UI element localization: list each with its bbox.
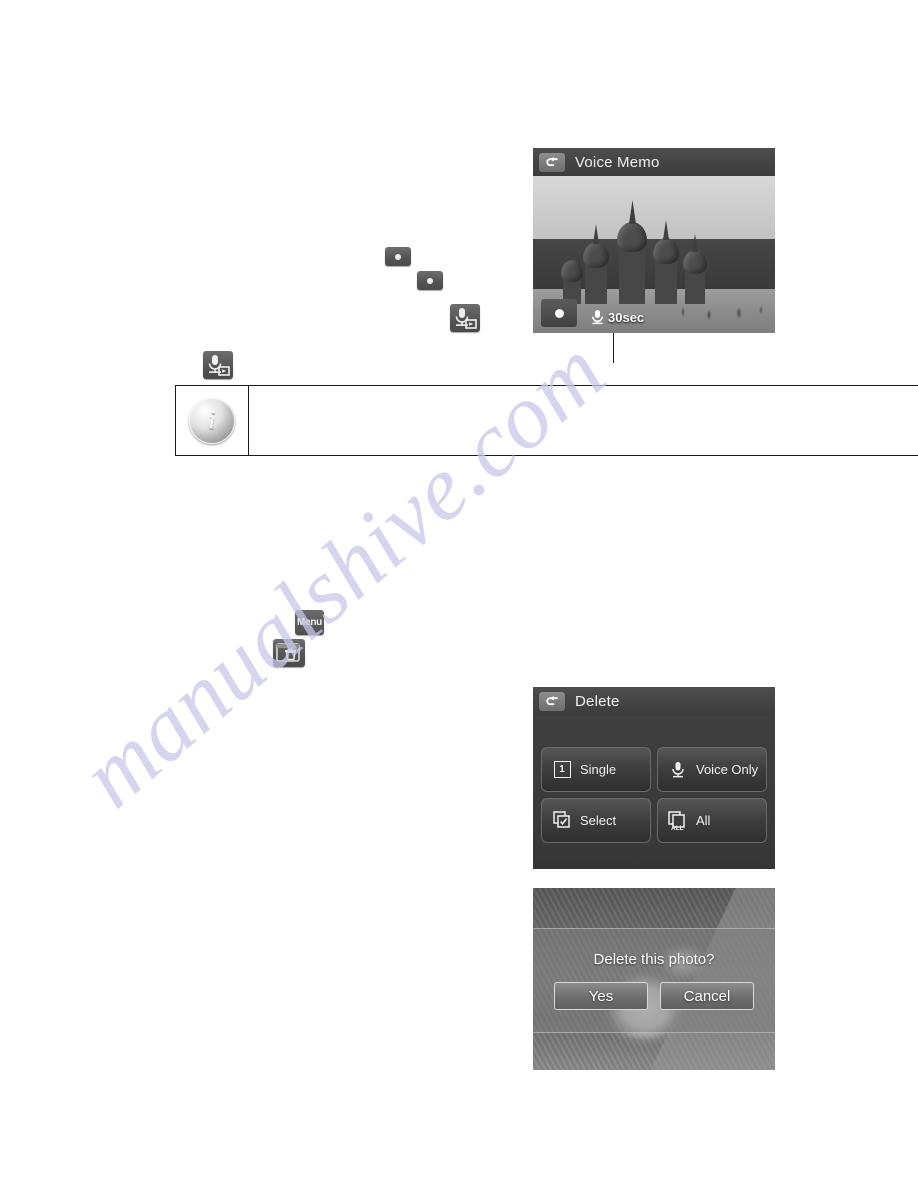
record-dot bbox=[427, 277, 433, 284]
cathedral-dome bbox=[561, 260, 583, 282]
delete-option-all-label: All bbox=[696, 813, 711, 828]
delete-option-select-label: Select bbox=[580, 813, 617, 828]
delete-option-all[interactable]: ALL All bbox=[657, 798, 767, 843]
confirm-dialog-overlay: Delete this photo? Yes Cancel bbox=[533, 928, 775, 1033]
confirm-button-group: Yes Cancel bbox=[554, 982, 754, 1010]
delete-titlebar: Delete bbox=[533, 687, 775, 715]
note-text bbox=[249, 386, 918, 455]
callout-leader-line bbox=[613, 333, 614, 363]
delete-options-row: Select ALL All bbox=[541, 798, 767, 843]
svg-text:ALL: ALL bbox=[671, 825, 684, 831]
cathedral-dome bbox=[683, 250, 707, 274]
all-images-icon: ALL bbox=[668, 810, 688, 831]
cathedral-spire bbox=[629, 200, 636, 224]
delete-option-select[interactable]: Select bbox=[541, 798, 651, 843]
confirm-yes-button[interactable]: Yes bbox=[554, 982, 648, 1010]
cathedral-dome bbox=[617, 222, 647, 252]
voice-memo-title: Voice Memo bbox=[575, 153, 660, 171]
record-button-icon-1 bbox=[385, 247, 411, 266]
delete-option-single-label: Single bbox=[580, 762, 617, 777]
cathedral-tower bbox=[619, 246, 645, 304]
back-arrow-icon[interactable] bbox=[539, 152, 565, 172]
cathedral-tower bbox=[655, 258, 677, 304]
menu-button-icon: Menu bbox=[295, 610, 324, 635]
delete-options-row: 1 Single Voice Only bbox=[541, 747, 767, 792]
page-watermark: manualshive.com bbox=[0, 0, 918, 1188]
delete-option-single[interactable]: 1 Single bbox=[541, 747, 651, 792]
single-image-number: 1 bbox=[553, 761, 571, 778]
back-arrow-icon[interactable] bbox=[539, 691, 565, 711]
single-image-icon: 1 bbox=[552, 760, 572, 780]
record-dot bbox=[395, 253, 401, 260]
note-icon-cell bbox=[176, 386, 249, 455]
delete-title: Delete bbox=[575, 692, 620, 710]
voice-memo-duration: 30sec bbox=[608, 309, 645, 325]
voice-memo-preview-photo: 30sec bbox=[533, 176, 775, 333]
confirm-cancel-button[interactable]: Cancel bbox=[660, 982, 754, 1010]
confirm-message: Delete this photo? bbox=[593, 951, 715, 968]
information-note-box bbox=[175, 385, 918, 456]
information-icon bbox=[189, 397, 235, 444]
cathedral-spire bbox=[593, 224, 599, 244]
record-indicator-icon bbox=[541, 299, 577, 327]
select-images-icon bbox=[552, 811, 572, 831]
cathedral-dome bbox=[653, 238, 679, 264]
delete-option-voice-only-label: Voice Only bbox=[696, 762, 759, 777]
cathedral-spire bbox=[692, 234, 698, 252]
voice-memo-titlebar: Voice Memo bbox=[533, 148, 775, 176]
delete-options-body: 1 Single Voice Only Select ALL All bbox=[533, 715, 775, 869]
cathedral-dome bbox=[583, 242, 609, 268]
voice-memo-icon-1 bbox=[450, 304, 480, 332]
cathedral-spire bbox=[663, 220, 669, 240]
voice-memo-screen: Voice Memo 30sec bbox=[533, 148, 775, 333]
microphone-icon bbox=[592, 310, 603, 325]
voice-memo-icon-2 bbox=[203, 351, 233, 379]
cathedral-tower bbox=[585, 262, 607, 304]
delete-confirm-screen: Delete this photo? Yes Cancel bbox=[533, 888, 775, 1070]
delete-trash-icon bbox=[273, 639, 305, 667]
delete-menu-screen: Delete 1 Single Voice Only Select ALL Al… bbox=[533, 687, 775, 869]
record-button-icon-2 bbox=[417, 271, 443, 290]
microphone-icon bbox=[668, 760, 688, 780]
voice-memo-duration-group: 30sec bbox=[591, 309, 644, 325]
record-dot bbox=[554, 308, 564, 318]
delete-option-voice-only[interactable]: Voice Only bbox=[657, 747, 767, 792]
